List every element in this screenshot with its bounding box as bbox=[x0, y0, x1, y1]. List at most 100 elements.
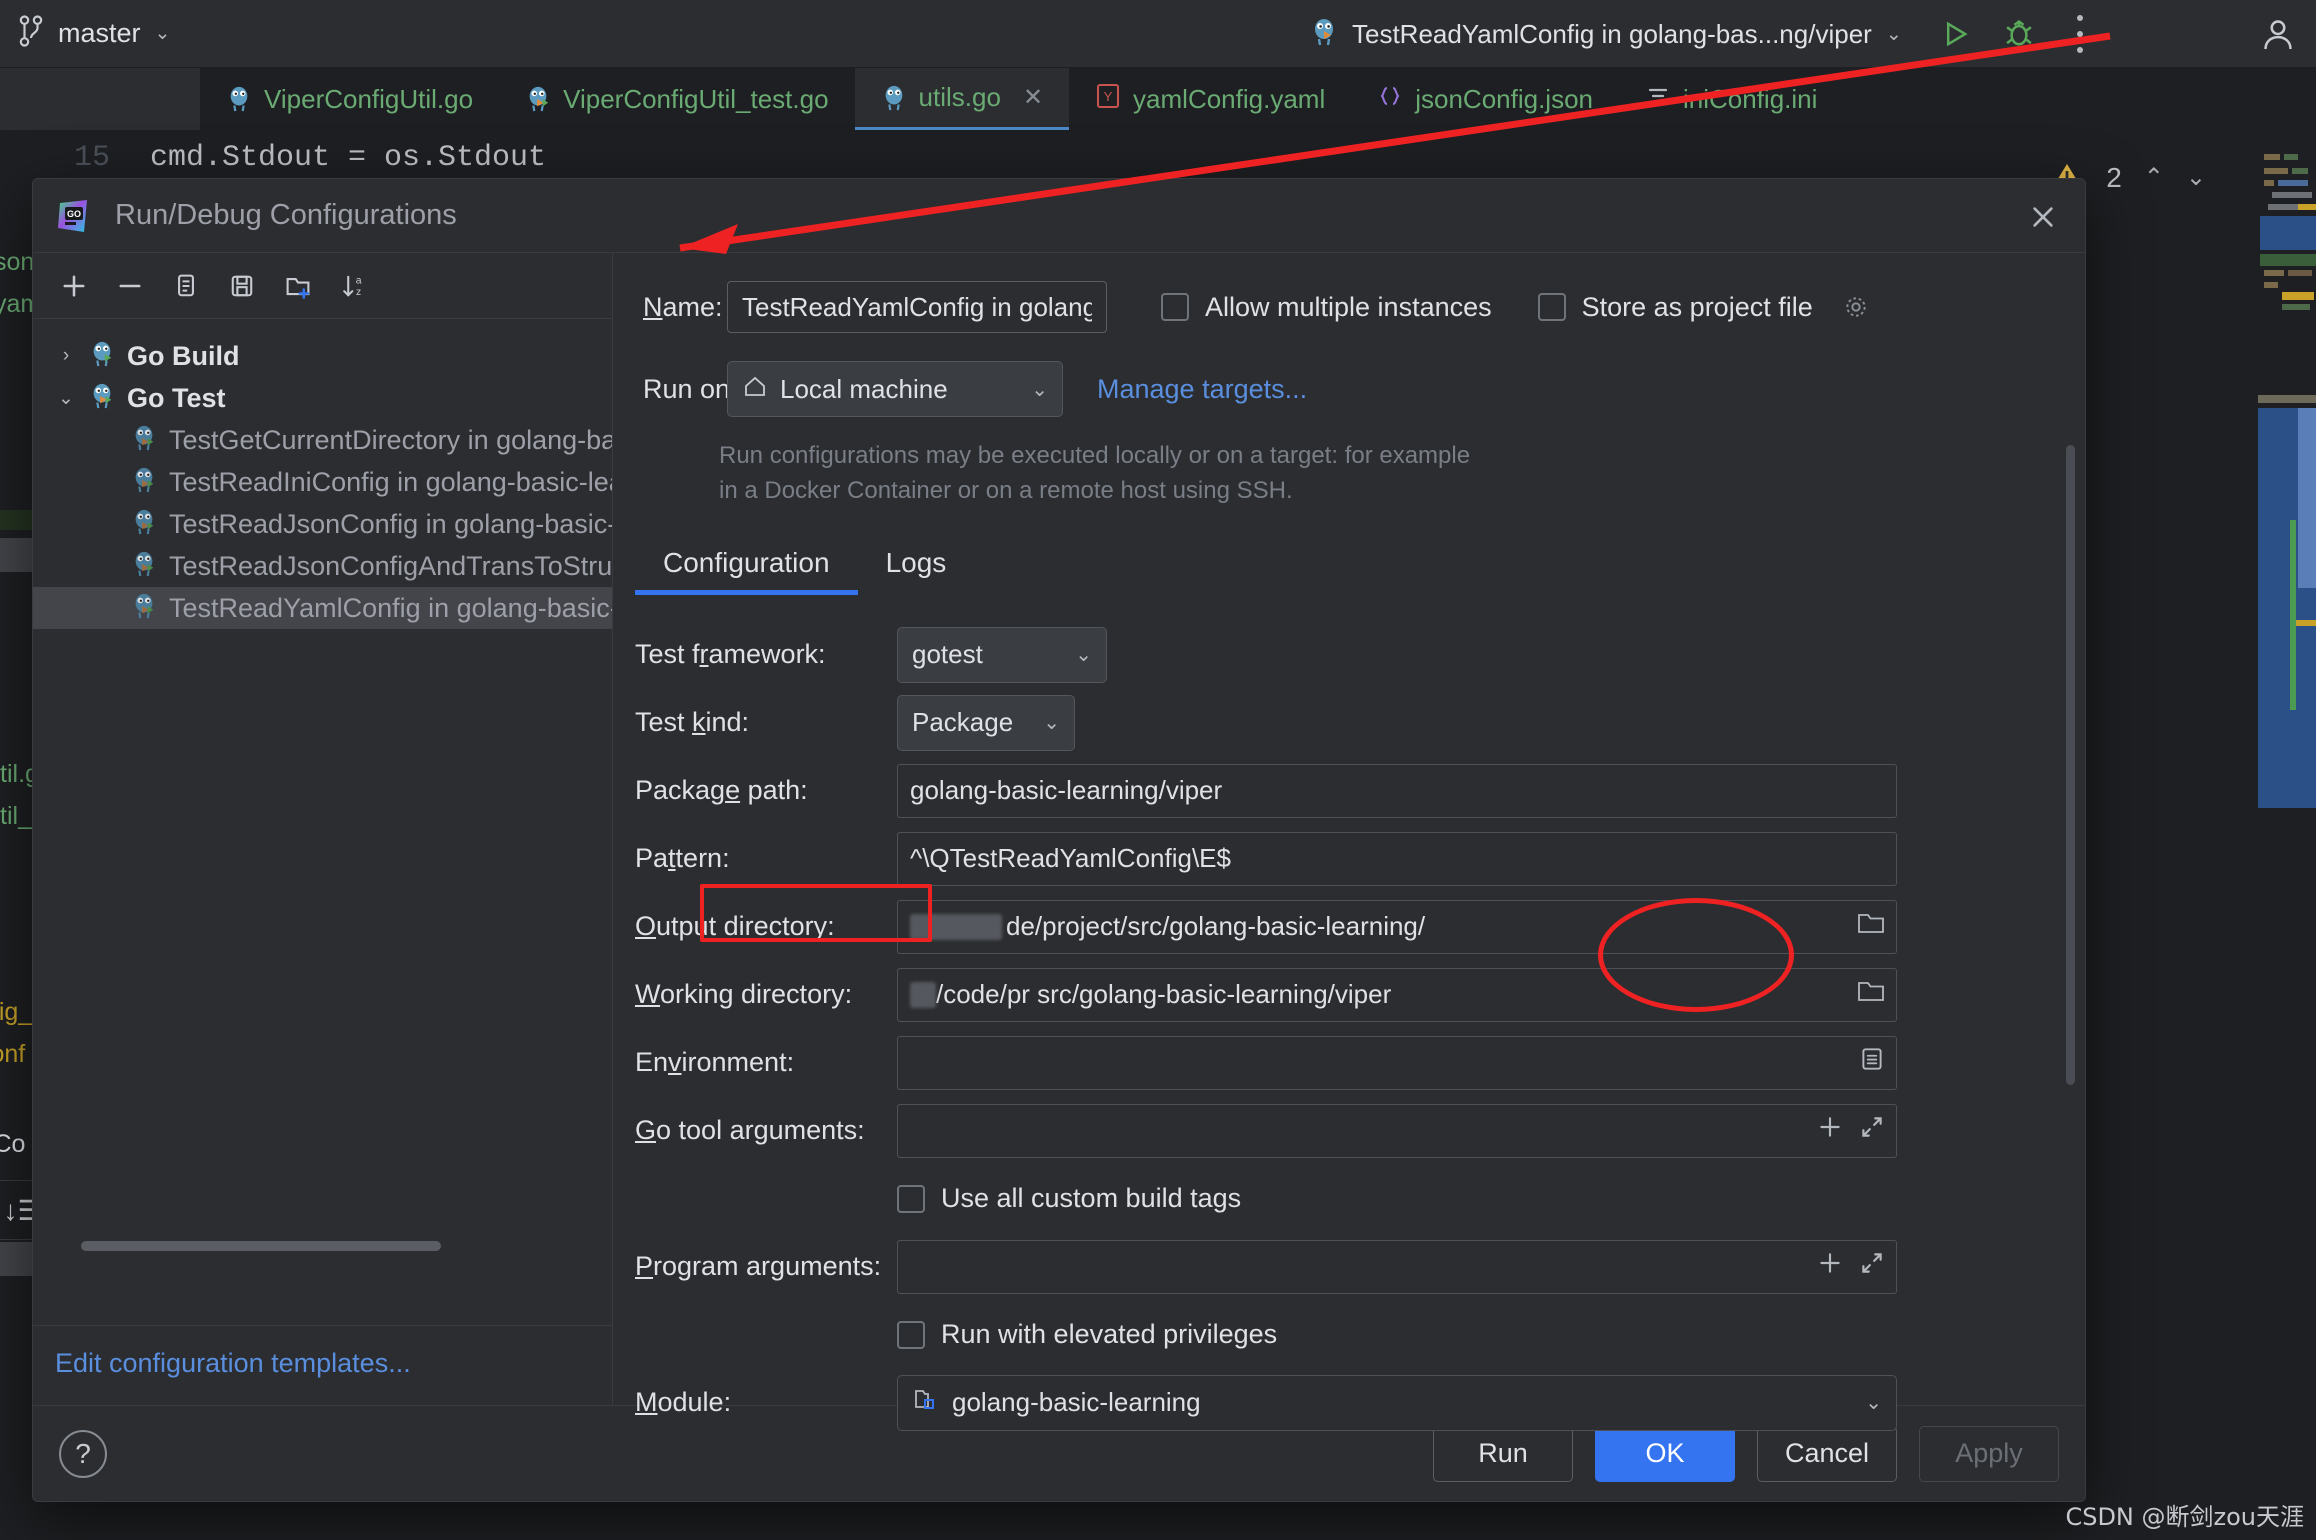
checkbox-box bbox=[1161, 293, 1189, 321]
editor-tab-utils[interactable]: utils.go ✕ bbox=[855, 68, 1070, 130]
project-item[interactable]: conf bbox=[0, 1040, 25, 1069]
run-on-combo[interactable]: Local machine ⌄ bbox=[727, 361, 1063, 417]
tab-configuration[interactable]: Configuration bbox=[635, 537, 858, 595]
name-input[interactable] bbox=[727, 281, 1107, 333]
package-path-input[interactable]: golang-basic-learning/viper bbox=[897, 764, 1897, 818]
chevron-down-icon[interactable]: ⌄ bbox=[1865, 1390, 1882, 1415]
run-on-help-text: Run configurations may be executed local… bbox=[719, 439, 1479, 509]
tab-logs[interactable]: Logs bbox=[858, 537, 975, 595]
go-test-icon bbox=[131, 508, 157, 541]
editor-tab-jsonconfig[interactable]: jsonConfig.json bbox=[1351, 68, 1619, 130]
chevron-down-icon[interactable]: ⌄ bbox=[1031, 377, 1048, 402]
configurations-tree[interactable]: › Go Build ⌄ bbox=[33, 319, 612, 1325]
go-file-icon bbox=[881, 84, 907, 112]
edit-configuration-templates-link[interactable]: Edit configuration templates... bbox=[33, 1325, 612, 1405]
tree-node-testreadiniconfig[interactable]: TestReadIniConfig in golang-basic-lear bbox=[33, 461, 612, 503]
editor-tab-label: utils.go bbox=[919, 82, 1001, 113]
warning-count: 2 bbox=[2106, 162, 2122, 194]
yaml-file-icon: Y bbox=[1095, 82, 1121, 117]
expand-icon[interactable] bbox=[1858, 1113, 1886, 1148]
chevron-down-icon[interactable]: ⌄ bbox=[155, 24, 171, 43]
chevron-down-icon[interactable]: ⌄ bbox=[2186, 163, 2206, 192]
test-framework-combo[interactable]: gotest ⌄ bbox=[897, 627, 1107, 683]
new-folder-icon[interactable] bbox=[283, 271, 313, 301]
chevron-down-icon[interactable]: ⌄ bbox=[55, 387, 77, 410]
test-kind-combo[interactable]: Package ⌄ bbox=[897, 695, 1075, 751]
chevron-down-icon[interactable]: ⌄ bbox=[1075, 642, 1092, 667]
name-row: Name: Allow multiple instances Store as … bbox=[643, 281, 2085, 333]
code-minimap[interactable] bbox=[2258, 150, 2316, 1470]
save-icon[interactable] bbox=[227, 271, 257, 301]
plus-icon[interactable] bbox=[1816, 1113, 1844, 1148]
plus-icon[interactable] bbox=[59, 271, 89, 301]
json-file-icon bbox=[1377, 82, 1403, 117]
code-line: 15 cmd.Stdout = os.Stdout bbox=[0, 138, 2316, 178]
checkbox-box bbox=[897, 1321, 925, 1349]
chevron-up-icon[interactable]: ⌃ bbox=[2144, 163, 2164, 192]
test-kind-value: Package bbox=[912, 707, 1013, 738]
folder-icon[interactable] bbox=[1856, 978, 1886, 1011]
plus-icon[interactable] bbox=[1816, 1249, 1844, 1284]
environment-input[interactable] bbox=[897, 1036, 1897, 1090]
program-arguments-input[interactable] bbox=[897, 1240, 1897, 1294]
module-combo[interactable]: golang-basic-learning ⌄ bbox=[897, 1375, 1897, 1431]
run-on-value: Local machine bbox=[780, 374, 948, 405]
output-directory-row: Output directory: de/project/src/golang-… bbox=[635, 893, 2085, 961]
run-configuration-selector[interactable]: TestReadYamlConfig in golang-bas...ng/vi… bbox=[1310, 0, 2084, 68]
close-icon[interactable]: ✕ bbox=[1023, 83, 1043, 112]
svg-text:a: a bbox=[356, 275, 362, 286]
form-vertical-scrollbar[interactable] bbox=[2066, 445, 2075, 1085]
tree-node-go-build[interactable]: › Go Build bbox=[33, 335, 612, 377]
chevron-down-icon[interactable]: ⌄ bbox=[1043, 710, 1060, 735]
git-branch-widget[interactable]: master ⌄ bbox=[18, 14, 170, 53]
editor-tab-yamlconfig[interactable]: Y yamlConfig.yaml bbox=[1069, 68, 1351, 130]
output-directory-input[interactable]: de/project/src/golang-basic-learning/ bbox=[897, 900, 1897, 954]
project-item[interactable]: son bbox=[0, 248, 34, 277]
folder-icon[interactable] bbox=[1856, 910, 1886, 943]
kebab-menu-icon[interactable] bbox=[2076, 15, 2084, 53]
store-as-project-file-checkbox[interactable]: Store as project file bbox=[1538, 292, 1869, 323]
chevron-down-icon[interactable]: ⌄ bbox=[1886, 25, 1902, 44]
editor-tab-label: ViperConfigUtil.go bbox=[264, 84, 473, 115]
account-icon[interactable] bbox=[2258, 14, 2298, 59]
tree-node-label: Go Test bbox=[127, 383, 226, 414]
run-with-elevated-privileges-checkbox[interactable]: Run with elevated privileges bbox=[897, 1319, 1277, 1350]
minus-icon[interactable] bbox=[115, 271, 145, 301]
editor-tab-viperconfigutil-test[interactable]: ViperConfigUtil_test.go bbox=[499, 68, 854, 130]
go-tool-arguments-input[interactable] bbox=[897, 1104, 1897, 1158]
editor-tab-viperconfigutil[interactable]: ViperConfigUtil.go bbox=[200, 68, 499, 130]
use-all-custom-build-tags-checkbox[interactable]: Use all custom build tags bbox=[897, 1183, 1241, 1214]
chevron-right-icon[interactable]: › bbox=[55, 345, 77, 367]
gear-icon[interactable] bbox=[1843, 294, 1869, 320]
copy-icon[interactable] bbox=[171, 271, 201, 301]
tree-node-testgetcurrentdirectory[interactable]: TestGetCurrentDirectory in golang-bas bbox=[33, 419, 612, 461]
go-tool-arguments-row: Go tool arguments: bbox=[635, 1097, 2085, 1165]
tree-node-testreadjsonconfig[interactable]: TestReadJsonConfig in golang-basic-le bbox=[33, 503, 612, 545]
close-icon[interactable] bbox=[2025, 199, 2061, 235]
tree-node-testreadyamlconfig[interactable]: TestReadYamlConfig in golang-basic-le bbox=[33, 587, 612, 629]
project-item[interactable]: nlCo bbox=[0, 1130, 25, 1159]
debug-icon[interactable] bbox=[2002, 17, 2036, 51]
expand-icon[interactable] bbox=[1858, 1249, 1886, 1284]
tree-horizontal-scrollbar[interactable] bbox=[81, 1241, 441, 1251]
checkbox-box bbox=[1538, 293, 1566, 321]
tree-node-testreadjsonconfigandtranstostruct[interactable]: TestReadJsonConfigAndTransToStruct bbox=[33, 545, 612, 587]
run-icon[interactable] bbox=[1938, 17, 1972, 51]
editor-tab-label: jsonConfig.json bbox=[1415, 84, 1593, 115]
pattern-input[interactable]: ^\QTestReadYamlConfig\E$ bbox=[897, 832, 1897, 886]
edit-list-icon[interactable] bbox=[1858, 1045, 1886, 1080]
help-button[interactable]: ? bbox=[59, 1430, 107, 1478]
go-test-icon bbox=[131, 466, 157, 499]
manage-targets-link[interactable]: Manage targets... bbox=[1097, 374, 1307, 405]
tree-node-go-test[interactable]: ⌄ Go Test bbox=[33, 377, 612, 419]
project-item[interactable]: Util_ bbox=[0, 802, 32, 831]
dialog-title: Run/Debug Configurations bbox=[115, 199, 457, 232]
dialog-body: a z › Go Build bbox=[33, 253, 2085, 1405]
working-directory-input[interactable]: /code/pr src/golang-basic-learning/viper bbox=[897, 968, 1897, 1022]
allow-multiple-instances-checkbox[interactable]: Allow multiple instances bbox=[1161, 292, 1492, 323]
editor-tab-label: ViperConfigUtil_test.go bbox=[563, 84, 828, 115]
redacted-path-segment bbox=[910, 982, 936, 1008]
sort-alphabetically-icon[interactable]: a z bbox=[339, 271, 369, 301]
editor-tab-iniconfig[interactable]: iniConfig.ini bbox=[1619, 68, 1843, 130]
project-item[interactable]: nfig_ bbox=[0, 998, 32, 1027]
